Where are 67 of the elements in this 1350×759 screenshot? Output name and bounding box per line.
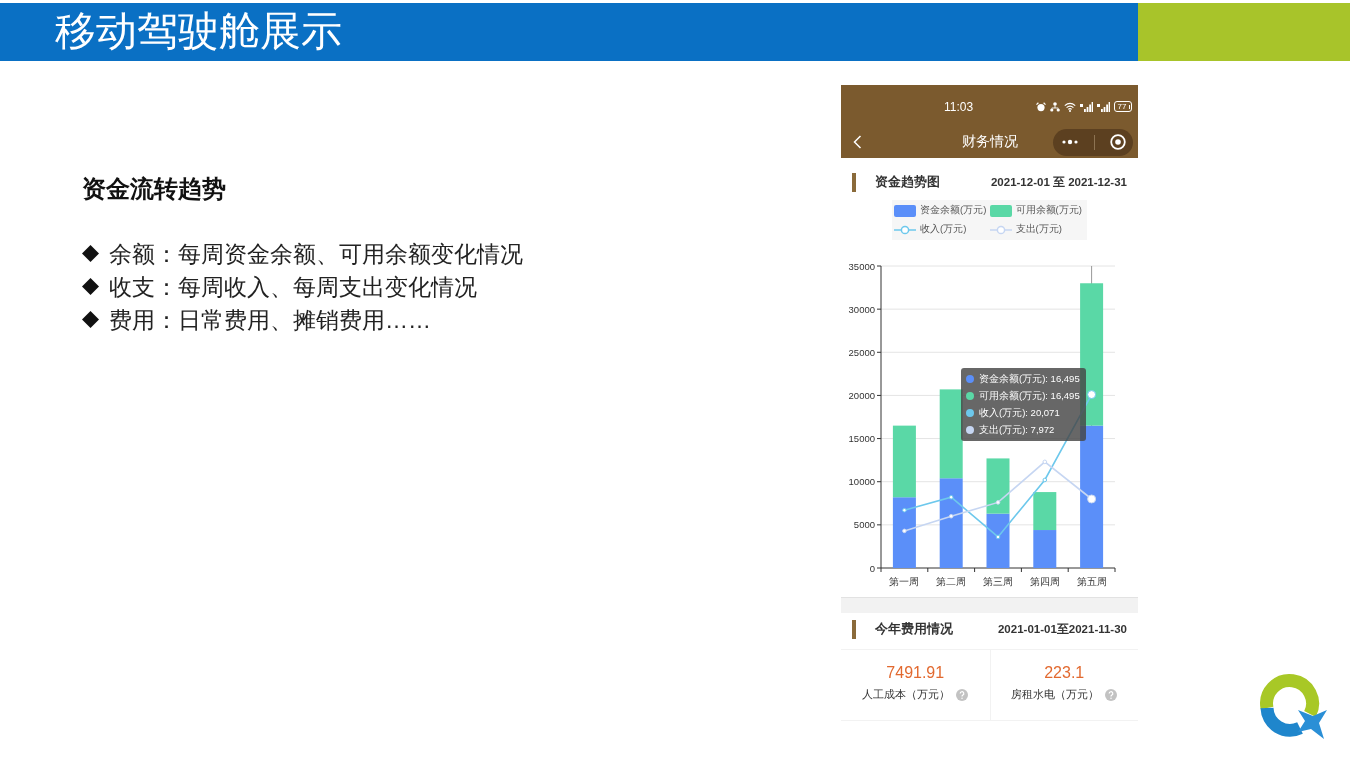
nodes-icon [1049,101,1060,112]
legend-swatch-icon[interactable] [989,204,1012,217]
slide-title: 移动驾驶舱展示 [55,9,342,55]
data-point [948,513,954,519]
signal-icon [1079,101,1093,112]
stat-value: 223.1 [1044,663,1085,683]
bullet-text: 余额：每周资金余额、可用余额变化情况 [109,239,523,269]
legend-line-icon[interactable] [894,224,916,235]
data-point [995,534,1001,540]
x-axis-label: 第二周 [936,576,967,587]
bullet-text: 费用：日常费用、摊销费用…… [109,305,431,335]
data-point [995,500,1001,505]
y-axis-label: 25000 [848,346,875,358]
stat-value: 7491.91 [886,663,945,683]
legend-label[interactable]: 可用余额(万元) [1015,204,1082,217]
battery-indicator: 77 [1113,101,1132,112]
wifi-icon [1063,101,1076,112]
legend-label[interactable]: 收入(万元) [920,223,967,236]
help-icon[interactable] [956,689,969,701]
data-point [1087,494,1097,504]
bullet-text: 收支：每周收入、每周支出变化情况 [109,272,477,302]
y-axis-label: 5000 [853,519,875,531]
x-axis-label: 第一周 [889,576,920,587]
diamond-bullet-icon [82,278,99,295]
diamond-bullet-icon [82,311,99,328]
legend-label[interactable]: 资金余额(万元) [920,204,987,217]
y-axis-label: 30000 [848,303,875,315]
x-axis-label: 第四周 [1029,576,1060,587]
y-axis-label: 15000 [848,433,875,445]
tooltip-text: 资金余额(万元): 16,495 [979,372,1080,386]
section-marker-icon [852,172,856,192]
alarm-clock-icon [1035,101,1046,112]
y-axis-label: 35000 [848,260,875,272]
section-marker-icon [852,620,856,639]
data-point [1042,477,1048,483]
tooltip-text: 收入(万元): 20,071 [979,406,1060,420]
y-axis-label: 10000 [848,476,875,488]
data-point [948,494,954,500]
tooltip-text: 支出(万元): 7,972 [979,423,1055,437]
legend-label[interactable]: 支出(万元) [1015,223,1062,236]
help-icon[interactable] [1105,689,1118,701]
chart-title: 资金趋势图 [875,173,940,191]
stat-label: 房租水电（万元） [1011,688,1100,702]
diamond-bullet-icon [82,245,99,262]
data-point [902,528,907,534]
signal-icon [1096,101,1110,112]
data-point [902,507,907,513]
page-title: 财务情况 [961,133,1018,151]
data-point [1087,390,1097,400]
y-axis-label: 0 [869,562,875,574]
status-time: 11:03 [944,99,974,114]
ring-star-logo-icon [1258,672,1328,740]
data-point [1042,459,1048,465]
legend-swatch-icon[interactable] [894,204,916,217]
more-icon[interactable] [1060,139,1079,145]
legend-line-icon[interactable] [989,224,1012,235]
section-heading: 资金流转趋势 [82,174,226,204]
x-axis-label: 第三周 [983,576,1013,587]
date-range: 2021-01-01至2021-11-30 [997,622,1127,637]
tooltip-text: 可用余额(万元): 16,495 [979,389,1080,403]
date-range: 2021-12-01 至 2021-12-31 [990,174,1127,190]
stat-label: 人工成本（万元） [862,688,951,702]
section-title: 今年费用情况 [875,621,953,638]
target-icon[interactable] [1109,134,1126,150]
back-icon[interactable] [853,135,862,149]
x-axis-label: 第五周 [1076,576,1107,587]
y-axis-label: 20000 [848,389,875,401]
